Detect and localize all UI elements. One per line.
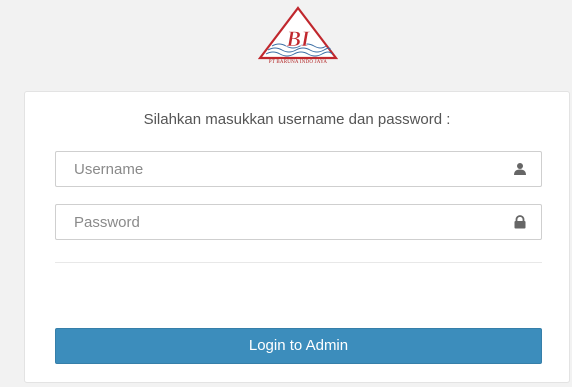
lock-icon <box>514 215 526 229</box>
user-icon <box>514 163 526 175</box>
login-button[interactable]: Login to Admin <box>55 328 542 364</box>
password-field[interactable] <box>55 204 542 240</box>
username-field[interactable] <box>55 151 542 187</box>
login-panel: Silahkan masukkan username dan password … <box>24 91 570 383</box>
logo-letters: BI <box>285 26 311 51</box>
username-input[interactable] <box>56 152 494 186</box>
password-input[interactable] <box>56 205 494 239</box>
logo-triangle-icon: BI <box>258 6 338 60</box>
company-logo: BI PT BARUNA INDO JAYA <box>258 6 338 68</box>
form-divider <box>55 262 542 263</box>
logo-caption: PT BARUNA INDO JAYA <box>268 60 328 65</box>
login-prompt: Silahkan masukkan username dan password … <box>143 111 451 128</box>
